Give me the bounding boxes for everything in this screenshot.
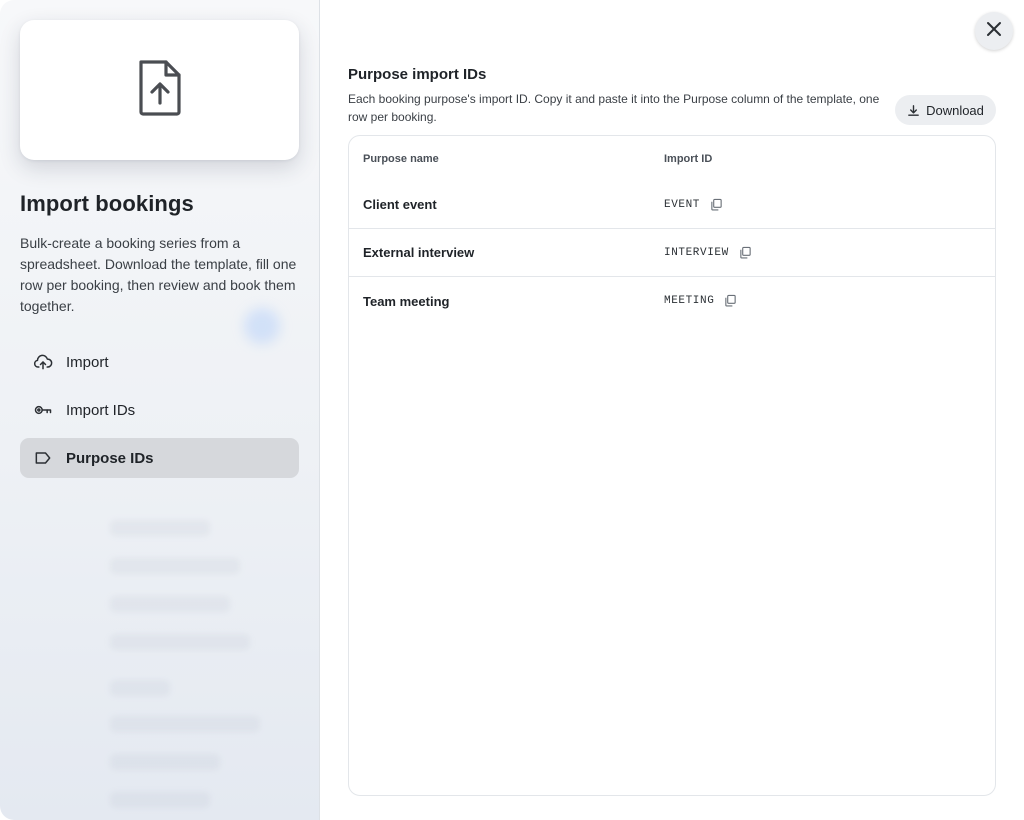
- cloud-upload-icon: [32, 351, 54, 373]
- purpose-table: Purpose name Import ID Client event EVEN…: [348, 135, 996, 796]
- background-blur: [110, 520, 210, 536]
- copy-icon[interactable]: [710, 198, 724, 212]
- import-id-cell: MEETING: [664, 295, 715, 307]
- sidebar-item-label: Purpose IDs: [66, 449, 154, 467]
- tag-icon: [32, 447, 54, 469]
- purpose-name-cell: External interview: [363, 245, 475, 260]
- download-label: Download: [926, 102, 984, 118]
- sidebar-title: Import bookings: [20, 191, 194, 216]
- section-title: Purpose import IDs: [348, 66, 487, 83]
- import-id-cell: INTERVIEW: [664, 246, 729, 259]
- table-row: External interview INTERVIEW: [349, 229, 995, 277]
- table-row: Team meeting MEETING: [349, 277, 995, 325]
- column-header-import-id: Import ID: [664, 152, 713, 165]
- sidebar: Import bookings Bulk-create a booking se…: [0, 0, 320, 820]
- file-upload-icon: [135, 59, 185, 122]
- background-blur: [110, 558, 240, 574]
- purpose-name-cell: Client event: [363, 197, 437, 212]
- copy-icon[interactable]: [739, 246, 753, 260]
- background-blur: [110, 792, 210, 808]
- table-header: Purpose name Import ID: [349, 136, 995, 181]
- sidebar-item-import-ids[interactable]: Import IDs: [20, 390, 299, 430]
- key-icon: [32, 399, 54, 421]
- background-blur: [110, 596, 230, 612]
- sidebar-item-import[interactable]: Import: [20, 342, 299, 382]
- background-blur: [110, 680, 170, 696]
- copy-icon[interactable]: [724, 294, 738, 308]
- sidebar-item-label: Import: [66, 353, 109, 371]
- download-button[interactable]: Download: [895, 95, 996, 125]
- column-header-purpose-name: Purpose name: [363, 152, 439, 165]
- section-description: Each booking purpose's import ID. Copy i…: [348, 92, 880, 124]
- background-blur: [110, 716, 260, 732]
- sidebar-item-purpose-ids[interactable]: Purpose IDs: [20, 438, 299, 478]
- sidebar-description: Bulk-create a booking series from a spre…: [20, 235, 297, 314]
- download-icon: [907, 104, 926, 117]
- sidebar-item-label: Import IDs: [66, 401, 136, 419]
- background-blur: [110, 754, 220, 770]
- close-button[interactable]: [975, 12, 1013, 50]
- import-id-cell: EVENT: [664, 198, 701, 211]
- purpose-name-cell: Team meeting: [363, 293, 450, 309]
- sidebar-nav: Import Import IDs Purpose IDs: [20, 342, 299, 486]
- table-row: Client event EVENT: [349, 181, 995, 229]
- background-blur: [110, 634, 250, 650]
- close-icon: [985, 20, 1003, 43]
- hero-card: [20, 20, 299, 160]
